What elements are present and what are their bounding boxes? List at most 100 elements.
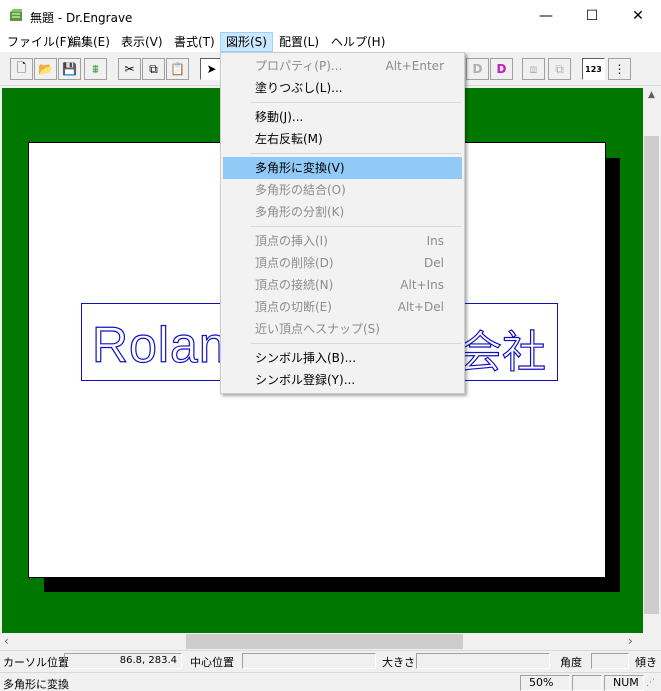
menu-item-properties[interactable]: プロパティ(P)... Alt+Enter: [223, 55, 462, 77]
window-title: 無題 - Dr.Engrave: [30, 11, 133, 25]
menu-item-shortcut: Alt+Enter: [385, 59, 444, 73]
number-icon: 123: [585, 64, 602, 74]
open-button[interactable]: 📂: [34, 58, 57, 80]
save-button[interactable]: 💾: [58, 58, 81, 80]
letter-d-icon: D: [472, 62, 483, 76]
resize-grip-icon[interactable]: ⋰: [646, 678, 655, 688]
select-arrow-icon: ➤: [206, 62, 217, 76]
menu-separator: [251, 226, 461, 227]
scroll-up-icon[interactable]: ▲: [643, 90, 660, 100]
menu-item-snap-vertex[interactable]: 近い頂点へスナップ(S): [223, 318, 462, 340]
menu-item-shortcut: Alt+Ins: [400, 278, 444, 292]
cursor-position-field: 86.8, 283.4: [64, 653, 182, 669]
menu-item-label: 塗りつぶし(L)...: [255, 81, 343, 95]
cursor-position-label: カーソル位置: [3, 656, 69, 669]
vertical-number-button[interactable]: ⋮: [608, 58, 631, 80]
letter-d-outline-icon: D: [496, 62, 507, 76]
menu-item-flip-horizontal[interactable]: 左右反転(M): [223, 128, 462, 150]
open-folder-icon: 📂: [38, 62, 53, 76]
menu-item-label: 左右反転(M): [255, 132, 323, 146]
maximize-button[interactable]: ☐: [569, 0, 615, 32]
horizontal-scrollbar[interactable]: ‹ ›: [0, 633, 643, 650]
menu-arrange[interactable]: 配置(L): [273, 32, 325, 52]
text-d-button[interactable]: D: [466, 58, 489, 80]
horizontal-scroll-thumb[interactable]: [186, 634, 463, 649]
tilt-label: 傾き: [635, 656, 657, 669]
center-position-field: [242, 653, 376, 669]
text-d-outline-button[interactable]: D: [490, 58, 513, 80]
menu-item-fill[interactable]: 塗りつぶし(L)...: [223, 77, 462, 99]
menu-item-delete-vertex[interactable]: 頂点の削除(D) Del: [223, 252, 462, 274]
menu-item-label: 頂点の挿入(I): [255, 234, 328, 248]
close-button[interactable]: ✕: [615, 0, 661, 32]
title-bar: 無題 - Dr.Engrave — ☐ ✕: [0, 0, 661, 32]
number-button[interactable]: 123: [582, 58, 605, 80]
status-message: 多角形に変換: [3, 678, 69, 691]
ungroup-button[interactable]: ⧉: [548, 58, 571, 80]
status-bar: 多角形に変換 50% NUM ⋰: [0, 672, 661, 691]
menu-view[interactable]: 表示(V): [115, 32, 169, 52]
menu-item-label: 頂点の切断(E): [255, 300, 332, 314]
menu-item-shortcut: Ins: [426, 234, 444, 248]
menu-item-label: シンボル挿入(B)...: [255, 351, 357, 365]
scroll-right-icon[interactable]: ›: [628, 634, 633, 648]
cut-button[interactable]: ✂: [118, 58, 141, 80]
paste-button[interactable]: 📋: [166, 58, 189, 80]
menu-item-label: 頂点の削除(D): [255, 256, 334, 270]
menu-shape[interactable]: 図形(S): [220, 32, 273, 52]
zoom-level: 50%: [520, 675, 570, 691]
status-empty-pane: [572, 675, 602, 691]
menu-item-connect-vertex[interactable]: 頂点の接続(N) Alt+Ins: [223, 274, 462, 296]
menu-item-split-polygon[interactable]: 多角形の分割(K): [223, 201, 462, 223]
menu-bar: ファイル(F) 編集(E) 表示(V) 書式(T) 図形(S) 配置(L) ヘル…: [0, 32, 661, 52]
menu-edit[interactable]: 編集(E): [63, 32, 116, 52]
num-lock-indicator: NUM: [604, 675, 644, 691]
vertical-scroll-thumb[interactable]: [644, 136, 659, 614]
vertical-scrollbar[interactable]: ▲: [643, 88, 660, 633]
menu-item-label: 移動(J)...: [255, 110, 304, 124]
menu-help[interactable]: ヘルプ(H): [325, 32, 391, 52]
ungroup-icon: ⧉: [555, 61, 564, 76]
copy-button[interactable]: ⧉: [142, 58, 165, 80]
new-file-button[interactable]: 🗋: [10, 58, 33, 80]
app-icon: [10, 9, 22, 21]
scroll-left-icon[interactable]: ‹: [4, 634, 9, 648]
menu-item-label: 多角形の分割(K): [255, 205, 345, 219]
menu-format[interactable]: 書式(T): [168, 32, 221, 52]
scan-icon: ⩩: [92, 61, 99, 76]
menu-item-shortcut: Del: [424, 256, 444, 270]
save-icon: 💾: [62, 62, 77, 76]
scan-button[interactable]: ⩩: [84, 58, 107, 80]
close-icon: ✕: [632, 8, 644, 24]
menu-item-label: シンボル登録(Y)...: [255, 373, 356, 387]
menu-separator: [251, 102, 461, 103]
menu-item-combine-polygon[interactable]: 多角形の結合(O): [223, 179, 462, 201]
menu-separator: [251, 153, 461, 154]
menu-item-label: プロパティ(P)...: [255, 59, 343, 73]
angle-field: [591, 653, 629, 669]
menu-item-insert-vertex[interactable]: 頂点の挿入(I) Ins: [223, 230, 462, 252]
menu-separator: [251, 343, 461, 344]
menu-item-cut-vertex[interactable]: 頂点の切断(E) Alt+Del: [223, 296, 462, 318]
menu-item-label: 近い頂点へスナップ(S): [255, 322, 380, 336]
menu-item-convert-polygon[interactable]: 多角形に変換(V): [223, 157, 462, 179]
paste-icon: 📋: [170, 62, 185, 76]
info-bar: カーソル位置 86.8, 283.4 中心位置 大きさ 角度 傾き: [0, 650, 661, 670]
group-icon: ⧈: [529, 61, 538, 76]
minimize-button[interactable]: —: [523, 0, 569, 32]
menu-item-register-symbol[interactable]: シンボル登録(Y)...: [223, 369, 462, 391]
outline-text-right: 会社: [457, 326, 546, 378]
shape-menu-dropdown: プロパティ(P)... Alt+Enter 塗りつぶし(L)... 移動(J).…: [220, 52, 465, 394]
menu-item-move[interactable]: 移動(J)...: [223, 106, 462, 128]
cut-icon: ✂: [124, 62, 135, 76]
size-label: 大きさ: [382, 656, 415, 669]
group-button[interactable]: ⧈: [522, 58, 545, 80]
menu-item-label: 多角形の結合(O): [255, 183, 346, 197]
menu-item-shortcut: Alt+Del: [397, 300, 444, 314]
menu-item-label: 多角形に変換(V): [255, 161, 345, 175]
center-position-label: 中心位置: [190, 656, 234, 669]
minimize-icon: —: [539, 8, 553, 24]
maximize-icon: ☐: [585, 8, 599, 24]
menu-item-insert-symbol[interactable]: シンボル挿入(B)...: [223, 347, 462, 369]
angle-label: 角度: [560, 656, 582, 669]
